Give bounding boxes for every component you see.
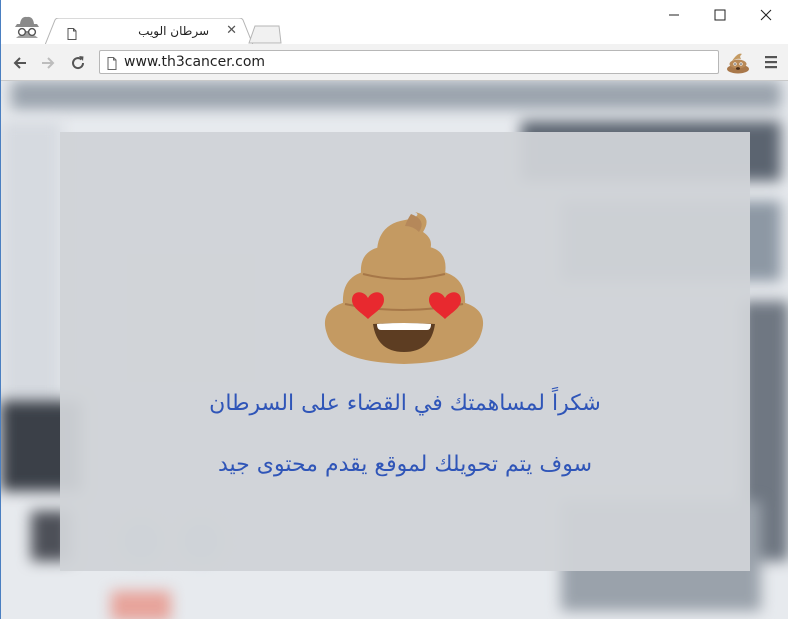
blurred-header xyxy=(11,81,781,109)
hamburger-menu-icon[interactable] xyxy=(761,52,781,72)
tab-close-button[interactable]: ✕ xyxy=(226,23,237,38)
maximize-button[interactable] xyxy=(697,0,743,30)
address-bar[interactable]: www.th3cancer.com xyxy=(99,50,719,74)
browser-tab[interactable]: سرطان الويب ✕ xyxy=(45,18,255,45)
title-bar: سرطان الويب ✕ xyxy=(1,0,788,45)
url-text[interactable]: www.th3cancer.com xyxy=(124,54,265,70)
poop-heart-eyes-icon xyxy=(323,212,485,372)
redirect-message: سوف يتم تحويلك لموقع يقدم محتوى جيد xyxy=(217,452,593,477)
page-icon xyxy=(107,55,117,74)
blurred-block-bottom xyxy=(111,591,171,619)
incognito-icon xyxy=(9,14,45,42)
browser-window: سرطان الويب ✕ www.th3cancer.com شكراً لم… xyxy=(0,0,788,619)
poop-emoji-icon[interactable] xyxy=(725,50,751,74)
page-icon xyxy=(67,25,77,44)
forward-arrow-icon[interactable] xyxy=(37,52,59,74)
thank-you-message: شكراً لمساهمتك في القضاء على السرطان xyxy=(209,391,601,416)
blurred-panel-left xyxy=(1,121,61,421)
minimize-button[interactable] xyxy=(651,0,697,30)
close-window-button[interactable] xyxy=(743,0,788,30)
tab-title: سرطان الويب xyxy=(138,24,209,38)
reload-icon[interactable] xyxy=(67,52,89,74)
back-arrow-icon[interactable] xyxy=(9,52,31,74)
